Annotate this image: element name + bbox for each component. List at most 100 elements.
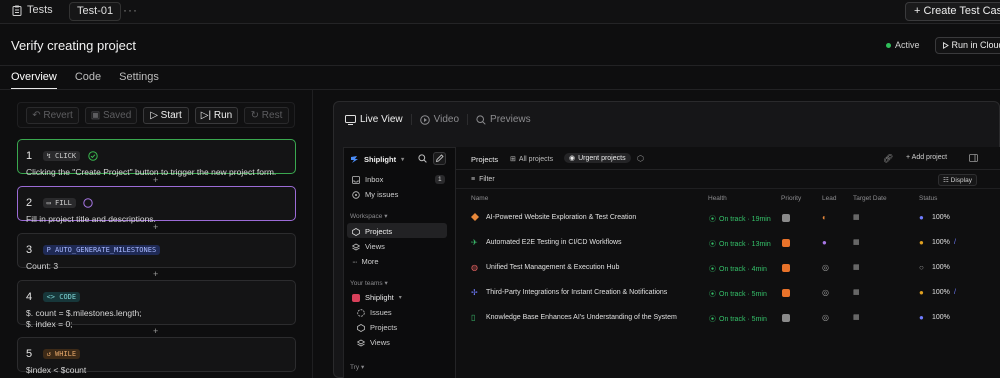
- breadcrumb-tests[interactable]: Tests: [27, 4, 53, 16]
- lead-avatar[interactable]: ●: [822, 238, 827, 247]
- run-button[interactable]: ▷| Run: [195, 107, 238, 124]
- add-project-button[interactable]: + Add project: [906, 154, 947, 161]
- test-tab[interactable]: Test-01: [69, 2, 122, 21]
- calendar-icon[interactable]: ▦: [853, 288, 860, 296]
- column-header-health[interactable]: Health: [708, 195, 727, 202]
- status-done-icon: ●: [919, 288, 924, 297]
- column-header-status[interactable]: Status: [919, 195, 937, 202]
- project-name: Knowledge Base Enhances AI's Understandi…: [486, 314, 677, 321]
- step-type-badge: <> CODE: [42, 292, 81, 302]
- step-card[interactable]: 1 ↯ CLICK Clicking the "Create Project" …: [17, 139, 296, 177]
- add-step-icon[interactable]: +: [153, 326, 158, 336]
- step-card[interactable]: 5 ↺ WHILE $index < $count: [17, 337, 296, 375]
- column-header-name[interactable]: Name: [471, 195, 488, 202]
- shiplight-logo-icon: [350, 155, 359, 164]
- calendar-icon[interactable]: ▦: [853, 213, 860, 221]
- section-label: Workspace: [350, 213, 383, 220]
- start-button[interactable]: ▷ Start: [143, 107, 189, 124]
- table-row[interactable]: ✈ Automated E2E Testing in CI/CD Workflo…: [456, 231, 1000, 256]
- workspace-section-label[interactable]: Workspace ▾: [350, 212, 387, 220]
- status-percent: 100%: [932, 314, 950, 321]
- column-header-priority[interactable]: Priority: [781, 195, 801, 202]
- sidebar-team-shiplight[interactable]: Shiplight ▾: [352, 293, 402, 302]
- table-row[interactable]: ▯ Knowledge Base Enhances AI's Understan…: [456, 306, 1000, 331]
- health-label: On track · 13min: [719, 240, 771, 248]
- priority-icon[interactable]: [782, 214, 790, 224]
- table-row[interactable]: ✢ Third-Party Integrations for Instant C…: [456, 281, 1000, 306]
- revert-button[interactable]: ↶ Revert: [26, 107, 79, 124]
- step-card[interactable]: 2 ▭ FILL Fill in project title and descr…: [17, 186, 296, 224]
- sidebar-item-my-issues[interactable]: My issues: [352, 190, 398, 199]
- lead-avatar[interactable]: ◎: [822, 313, 829, 322]
- step-number: 2: [26, 197, 33, 209]
- step-card[interactable]: 3 P AUTO_GENERATE_MILESTONES Count: 3: [17, 233, 296, 271]
- sidebar-item-team-issues[interactable]: Issues: [357, 308, 392, 317]
- run-in-cloud-button[interactable]: Run in Cloud: [935, 37, 1000, 54]
- column-header-target-date[interactable]: Target Date: [853, 195, 887, 202]
- status-dot: [886, 42, 891, 48]
- panel-toggle-icon[interactable]: [969, 154, 978, 162]
- sidebar-item-more[interactable]: ··· More: [352, 257, 379, 266]
- tab-video[interactable]: Video: [412, 114, 469, 125]
- lead-avatar[interactable]: ◎: [822, 263, 829, 272]
- view-urgent-projects[interactable]: ◉ Urgent projects: [564, 153, 631, 163]
- workspace-switcher[interactable]: Shiplight ▾: [350, 155, 404, 164]
- reset-button[interactable]: ↻ Rest: [244, 107, 289, 124]
- step-type-badge: P AUTO_GENERATE_MILESTONES: [42, 245, 161, 255]
- compose-icon[interactable]: [433, 152, 446, 165]
- table-row[interactable]: AI-Powered Website Exploration & Test Cr…: [456, 206, 1000, 231]
- sidebar-item-label: Issues: [370, 308, 392, 317]
- tab-overview[interactable]: Overview: [11, 71, 57, 90]
- view-options-icon[interactable]: ⬡: [637, 154, 644, 163]
- display-button[interactable]: ☷ Display: [938, 174, 977, 186]
- calendar-icon[interactable]: ▦: [853, 238, 860, 246]
- issues-icon: [357, 308, 365, 317]
- search-icon[interactable]: [418, 154, 427, 163]
- step-card[interactable]: 4 <> CODE $. count = $.milestones.length…: [17, 280, 296, 329]
- filter-button[interactable]: ≡ Filter: [471, 176, 495, 183]
- calendar-icon[interactable]: ▦: [853, 313, 860, 321]
- section-label: Try: [350, 364, 360, 371]
- sidebar-item-projects[interactable]: Projects: [352, 227, 392, 236]
- breadcrumb[interactable]: Tests: [12, 4, 53, 16]
- priority-icon[interactable]: [782, 264, 790, 274]
- table-row[interactable]: ◍ Unified Test Management & Execution Hu…: [456, 256, 1000, 281]
- priority-swatch: [782, 289, 790, 297]
- step-type-badge: ▭ FILL: [42, 198, 76, 208]
- saved-button[interactable]: ▣ Saved: [85, 107, 137, 124]
- sidebar-item-views[interactable]: Views: [352, 242, 385, 251]
- tab-previews[interactable]: Previews: [468, 114, 539, 125]
- search-icon: [476, 114, 486, 125]
- add-step-icon[interactable]: +: [153, 175, 158, 185]
- health-status: ⦿ On track · 19min: [709, 214, 771, 224]
- sidebar-item-team-views[interactable]: Views: [357, 338, 390, 347]
- lead-avatar[interactable]: ◎: [822, 288, 829, 297]
- play-icon: ▷: [150, 110, 158, 121]
- more-options-icon[interactable]: ···: [123, 3, 138, 17]
- lead-avatar[interactable]: ◐: [822, 213, 827, 222]
- tab-bar: Overview Code Settings: [11, 71, 177, 90]
- teams-section-label[interactable]: Your teams ▾: [350, 279, 388, 287]
- tab-settings[interactable]: Settings: [119, 71, 159, 90]
- status-done-icon: ●: [919, 238, 924, 247]
- sidebar-item-label: My issues: [365, 190, 399, 199]
- projects-icon: [352, 227, 360, 236]
- priority-icon[interactable]: [782, 289, 790, 299]
- view-all-projects[interactable]: ⊞ All projects: [506, 154, 557, 164]
- add-step-icon[interactable]: +: [153, 222, 158, 232]
- column-header-lead[interactable]: Lead: [822, 195, 836, 202]
- sidebar-item-label: Inbox: [365, 175, 384, 184]
- layers-icon: [357, 339, 365, 347]
- try-section-label[interactable]: Try ▾: [350, 363, 364, 371]
- tab-live-view[interactable]: Live View: [345, 114, 412, 125]
- tab-code[interactable]: Code: [75, 71, 101, 90]
- chevron-down-icon: ▾: [384, 213, 388, 220]
- add-step-icon[interactable]: +: [153, 269, 158, 279]
- sidebar-item-team-projects[interactable]: Projects: [357, 323, 397, 332]
- priority-icon[interactable]: [782, 239, 790, 249]
- sidebar-item-inbox[interactable]: Inbox: [352, 175, 383, 184]
- create-test-case-button[interactable]: + Create Test Case: [905, 2, 1000, 21]
- link-icon[interactable]: 🔗︎: [883, 154, 893, 163]
- calendar-icon[interactable]: ▦: [853, 263, 860, 271]
- priority-icon[interactable]: [782, 314, 790, 324]
